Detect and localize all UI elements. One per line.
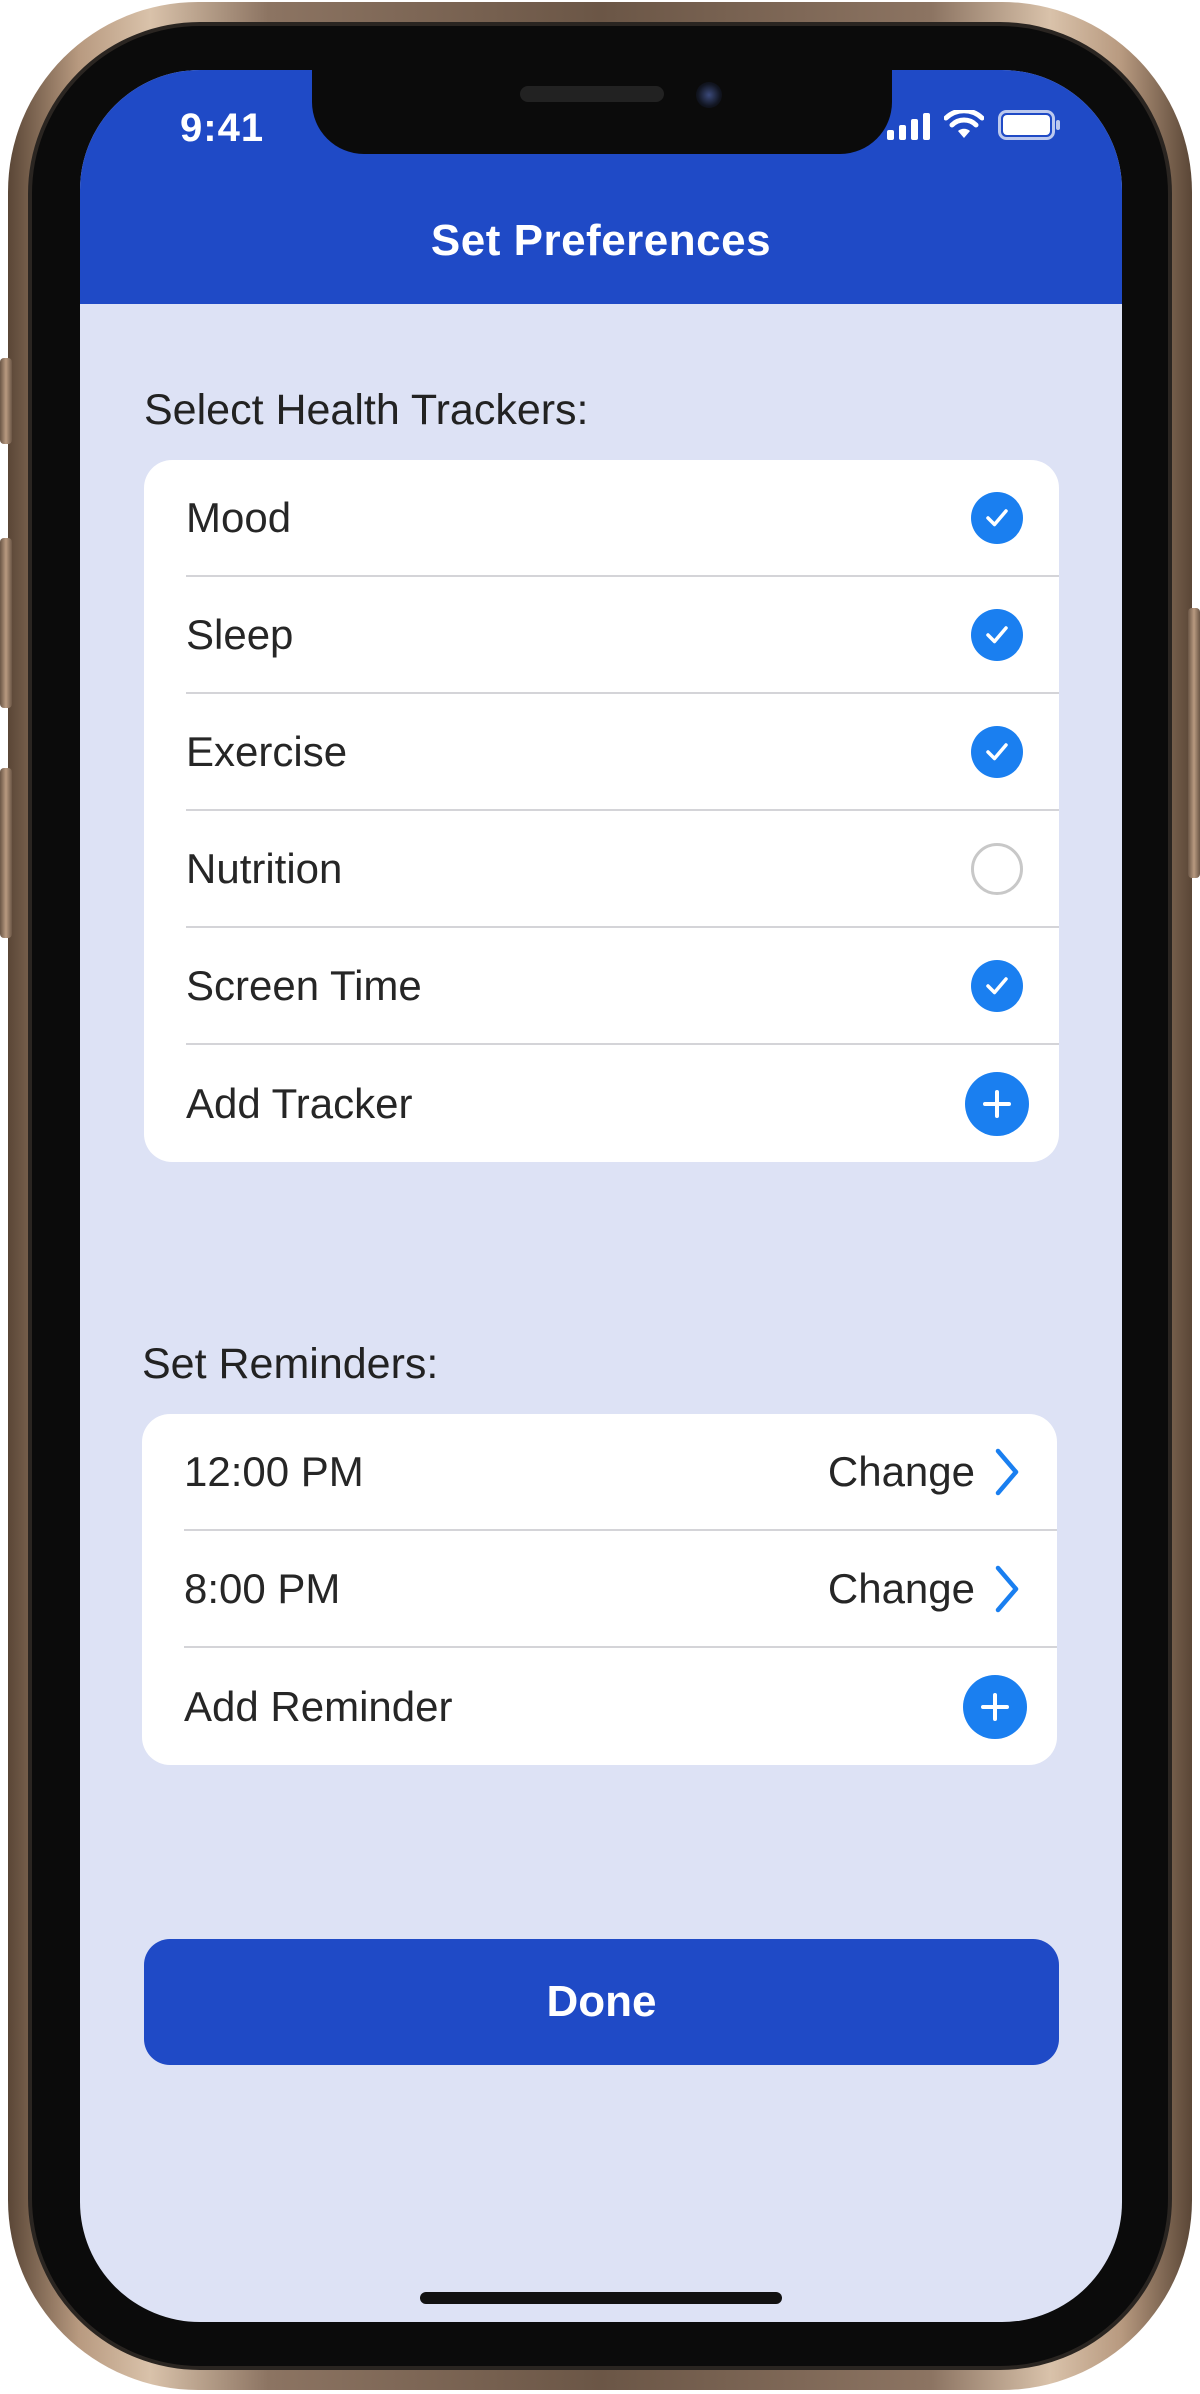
- front-camera: [696, 82, 722, 108]
- tracker-label: Mood: [186, 493, 292, 541]
- add-tracker-plus-icon[interactable]: [965, 1071, 1029, 1136]
- reminders-section-label: Set Reminders:: [142, 1340, 439, 1388]
- tracker-row-exercise[interactable]: Exercise: [186, 694, 1059, 811]
- reminder-row[interactable]: 12:00 PM Change: [184, 1414, 1057, 1531]
- reminders-card: 12:00 PM Change 8:00 PM Change Add Remin…: [142, 1414, 1057, 1765]
- status-time: 9:41: [180, 106, 265, 150]
- wifi-icon: [944, 110, 984, 138]
- status-icons: [887, 110, 1062, 140]
- checkmark-icon[interactable]: [971, 608, 1023, 661]
- change-button[interactable]: Change: [828, 1448, 975, 1496]
- silent-switch: [0, 358, 12, 444]
- home-indicator[interactable]: [420, 2292, 782, 2304]
- notch: [312, 70, 892, 154]
- page-title: Set Preferences: [430, 216, 772, 265]
- battery-icon: [998, 110, 1060, 140]
- tracker-row-nutrition[interactable]: Nutrition: [186, 811, 1059, 928]
- change-button[interactable]: Change: [828, 1565, 975, 1613]
- tracker-row-screen-time[interactable]: Screen Time: [186, 928, 1059, 1045]
- trackers-card: Mood Sleep Exercise Nutrition Screen Tim…: [144, 460, 1059, 1162]
- reminder-row[interactable]: 8:00 PM Change: [184, 1531, 1057, 1648]
- reminder-time: 8:00 PM: [184, 1564, 341, 1612]
- chevron-right-icon[interactable]: [993, 1447, 1021, 1497]
- speaker-grille: [520, 86, 664, 102]
- checkmark-icon[interactable]: [971, 491, 1023, 544]
- add-tracker-row[interactable]: Add Tracker: [186, 1045, 1059, 1162]
- tracker-row-mood[interactable]: Mood: [186, 460, 1059, 577]
- checkmark-icon[interactable]: [971, 725, 1023, 778]
- tracker-label: Screen Time: [186, 961, 422, 1009]
- add-tracker-label: Add Tracker: [186, 1079, 413, 1127]
- cellular-signal-icon: [887, 112, 930, 140]
- add-reminder-row[interactable]: Add Reminder: [184, 1648, 1057, 1765]
- tracker-row-sleep[interactable]: Sleep: [186, 577, 1059, 694]
- app-screen: 9:41 Set Preferences Select Health Track…: [80, 70, 1122, 2322]
- chevron-right-icon[interactable]: [993, 1564, 1021, 1614]
- power-button: [1188, 608, 1200, 878]
- tracker-label: Sleep: [186, 610, 294, 658]
- volume-down-button: [0, 768, 12, 938]
- reminder-time: 12:00 PM: [184, 1447, 364, 1495]
- trackers-section-label: Select Health Trackers:: [144, 386, 589, 434]
- add-reminder-plus-icon[interactable]: [963, 1674, 1027, 1739]
- tracker-label: Nutrition: [186, 844, 343, 892]
- volume-up-button: [0, 538, 12, 708]
- add-reminder-label: Add Reminder: [184, 1682, 453, 1730]
- checkmark-icon[interactable]: [971, 959, 1023, 1012]
- app-header: 9:41 Set Preferences: [80, 70, 1122, 304]
- unchecked-circle-icon[interactable]: [971, 842, 1023, 895]
- tracker-label: Exercise: [186, 727, 348, 775]
- done-button[interactable]: Done: [144, 1939, 1059, 2065]
